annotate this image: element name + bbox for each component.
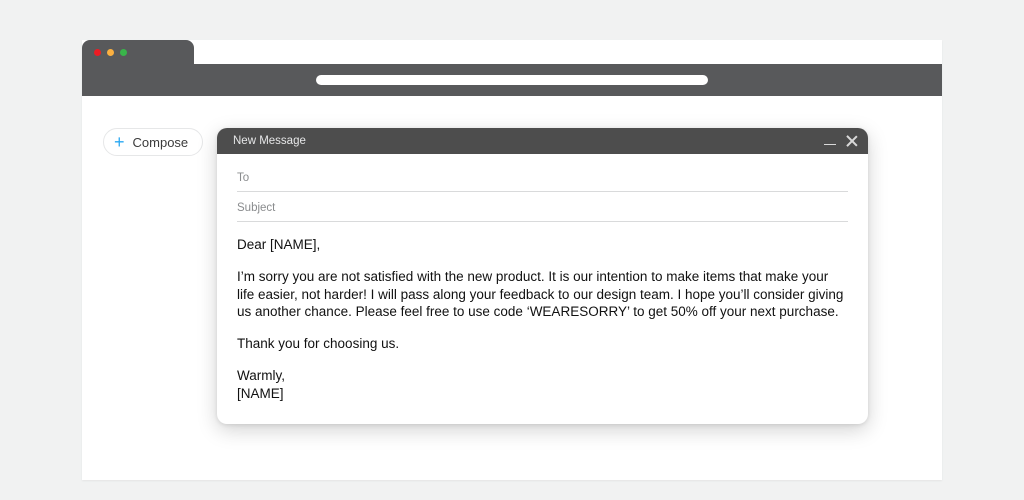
email-signature: [NAME]	[237, 386, 284, 401]
email-body[interactable]: Dear [NAME], I’m sorry you are not satis…	[237, 222, 848, 403]
compose-button[interactable]: + Compose	[103, 128, 203, 156]
window-minimize-icon[interactable]	[107, 49, 114, 56]
to-field-row[interactable]: To	[237, 162, 848, 192]
new-message-title: New Message	[233, 135, 306, 147]
plus-icon: +	[114, 133, 125, 151]
url-bar[interactable]	[316, 75, 708, 85]
email-paragraph-2: Thank you for choosing us.	[237, 335, 848, 353]
browser-toolbar	[82, 64, 942, 96]
window-zoom-icon[interactable]	[120, 49, 127, 56]
new-message-body: To Subject Dear [NAME], I’m sorry you ar…	[217, 154, 868, 417]
new-message-header-actions	[824, 135, 858, 147]
email-greeting: Dear [NAME],	[237, 236, 848, 254]
subject-field-row[interactable]: Subject	[237, 192, 848, 222]
new-message-window: New Message To Subject Dear [NAME], I’m …	[217, 128, 868, 424]
compose-label: Compose	[133, 135, 189, 150]
window-close-icon[interactable]	[94, 49, 101, 56]
close-icon[interactable]	[846, 135, 858, 147]
new-message-header[interactable]: New Message	[217, 128, 868, 154]
browser-window: + Compose New Message To Subject Dear	[82, 40, 942, 480]
email-paragraph-1: I’m sorry you are not satisfied with the…	[237, 268, 848, 321]
browser-tab[interactable]	[82, 40, 194, 64]
email-signoff: Warmly,	[237, 368, 285, 383]
minimize-icon[interactable]	[824, 135, 836, 147]
browser-content: + Compose New Message To Subject Dear	[82, 96, 942, 480]
browser-tab-bar	[82, 40, 942, 64]
subject-label: Subject	[237, 202, 275, 214]
to-label: To	[237, 172, 249, 184]
